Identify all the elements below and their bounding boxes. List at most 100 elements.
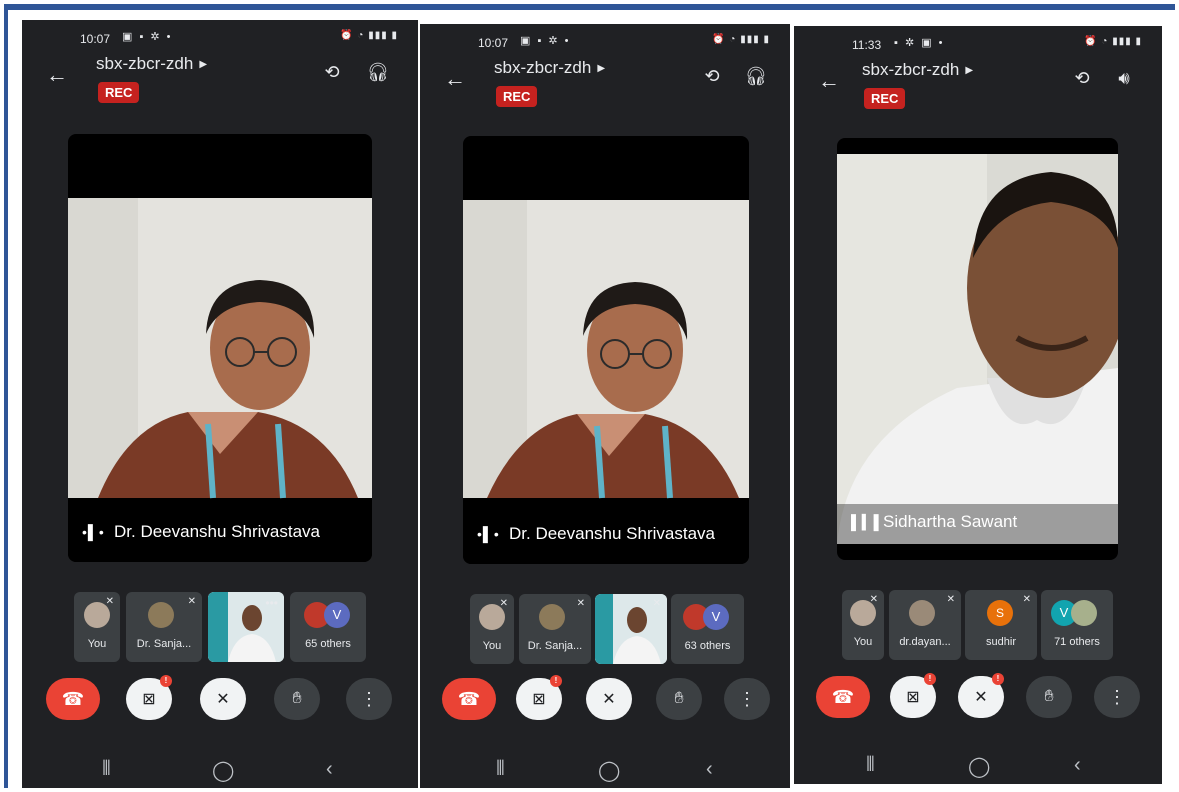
mic-off-icon: ✕ <box>869 594 878 605</box>
participant-label: sudhir <box>986 636 1016 648</box>
meeting-title[interactable]: sbx-zbcr-zdh ▶ <box>96 54 207 74</box>
raise-hand-button[interactable]: ✋︎ <box>1026 676 1072 718</box>
participant-label: dr.dayan... <box>899 636 951 648</box>
participant-video-tile[interactable]: ••• <box>208 592 284 662</box>
home-icon[interactable]: ◯ <box>598 758 620 783</box>
main-video: •▌• Dr. Deevanshu Shrivastava <box>463 136 749 564</box>
speaker-icon[interactable]: 🔊︎ <box>1112 68 1136 89</box>
alert-badge: ! <box>924 673 936 685</box>
recent-apps-icon[interactable]: ⦀ <box>102 758 111 781</box>
meet-screen-1: 10:07 ▣ ▪ ✲ • ⏰ ◔ ▮▮▮ ▮ ← sbx-zbcr-zdh ▶ … <box>22 20 418 788</box>
participant-strip: ✕ You ✕ Dr. Sanja... ••• V 65 others <box>74 592 370 662</box>
call-controls: ☎ ⊠! ✕ ✋︎ ⋮ <box>22 675 418 724</box>
recent-apps-icon[interactable]: ⦀ <box>866 754 875 777</box>
speaker-video-feed <box>837 154 1118 544</box>
mic-off-icon: ✕ <box>946 594 955 605</box>
others-tile[interactable]: V 71 others <box>1041 590 1113 660</box>
meeting-title[interactable]: sbx-zbcr-zdh ▶ <box>494 58 605 78</box>
alert-badge: ! <box>992 673 1004 685</box>
caret-right-icon: ▶ <box>965 65 974 76</box>
headphones-icon[interactable]: 🎧︎ <box>366 62 390 83</box>
switch-camera-icon[interactable]: ⟲ <box>320 62 344 83</box>
android-nav-bar: ⦀ ◯ ‹ <box>794 750 1162 784</box>
meeting-header: ← sbx-zbcr-zdh ▶ REC ⟲ 🎧︎ <box>22 54 418 114</box>
meeting-header: ← sbx-zbcr-zdh ▶ REC ⟲ 🔊︎ <box>794 60 1162 120</box>
raise-hand-icon: ✋︎ <box>1044 688 1054 705</box>
end-call-button[interactable]: ☎ <box>442 678 496 720</box>
mic-off-icon: ✕ <box>105 596 114 607</box>
switch-camera-icon[interactable]: ⟲ <box>1070 68 1094 89</box>
raise-hand-icon: ✋︎ <box>674 690 684 707</box>
more-dots-icon[interactable]: ••• <box>265 596 278 610</box>
camera-off-icon: ⊠ <box>142 691 156 708</box>
more-options-button[interactable]: ⋮ <box>1094 676 1140 718</box>
raise-hand-button[interactable]: ✋︎ <box>656 678 702 720</box>
main-video: •▌• Dr. Deevanshu Shrivastava <box>68 134 372 562</box>
headphones-icon[interactable]: 🎧︎ <box>744 66 768 87</box>
signal-battery-icons: ⏰ ◔ ▮▮▮ ▮ <box>1084 36 1142 47</box>
android-nav-bar: ⦀ ◯ ‹ <box>420 754 790 788</box>
more-options-icon: ⋮ <box>360 688 378 709</box>
mic-toggle-button[interactable]: ✕ <box>200 678 246 720</box>
meet-screen-2: 10:07 ▣ ▪ ✲ • ⏰ ◔ ▮▮▮ ▮ ← sbx-zbcr-zdh ▶ … <box>420 24 790 788</box>
raise-hand-button[interactable]: ✋︎ <box>274 678 320 720</box>
participant-video-tile[interactable]: ✕ <box>595 594 667 664</box>
avatar-letter: V <box>324 602 350 628</box>
participant-tile[interactable]: ✕ Dr. Sanja... <box>126 592 202 662</box>
mic-toggle-button[interactable]: ✕ <box>586 678 632 720</box>
meeting-code: sbx-zbcr-zdh <box>96 54 194 73</box>
meeting-code: sbx-zbcr-zdh <box>494 58 592 77</box>
back-arrow-icon[interactable]: ← <box>46 62 68 88</box>
end-call-button[interactable]: ☎ <box>816 676 870 718</box>
mic-off-icon: ✕ <box>499 598 508 609</box>
participant-tile[interactable]: ✕ Dr. Sanja... <box>519 594 591 664</box>
avatar-letter: V <box>703 604 729 630</box>
speaker-name-bar: •▌• Dr. Deevanshu Shrivastava <box>68 506 372 562</box>
participant-label: 63 others <box>684 640 731 652</box>
participant-tile-you[interactable]: ✕ You <box>74 592 120 662</box>
meeting-title[interactable]: sbx-zbcr-zdh ▶ <box>862 60 973 80</box>
participant-label: 65 others <box>305 638 351 650</box>
end-call-button[interactable]: ☎ <box>46 678 100 720</box>
switch-camera-icon[interactable]: ⟲ <box>700 66 724 87</box>
participant-tile[interactable]: ✕ dr.dayan... <box>889 590 961 660</box>
mic-off-icon: ✕ <box>1022 594 1031 605</box>
home-icon[interactable]: ◯ <box>968 754 990 779</box>
camera-toggle-button[interactable]: ⊠! <box>890 673 936 718</box>
others-tile[interactable]: V 63 others <box>671 594 744 664</box>
status-time: 11:33 <box>852 38 882 52</box>
mic-toggle-button[interactable]: ✕! <box>958 673 1004 718</box>
recent-apps-icon[interactable]: ⦀ <box>496 758 505 781</box>
others-tile[interactable]: V 65 others <box>290 592 366 662</box>
notification-icons: ▣ ▪ ✲ • <box>520 35 571 47</box>
status-bar: 10:07 ▣ ▪ ✲ • ⏰ ◔ ▮▮▮ ▮ <box>420 24 790 58</box>
raise-hand-icon: ✋︎ <box>292 690 302 707</box>
back-icon[interactable]: ‹ <box>1074 754 1081 777</box>
more-options-button[interactable]: ⋮ <box>346 678 392 720</box>
end-call-icon: ☎ <box>457 688 481 709</box>
camera-toggle-button[interactable]: ⊠! <box>516 675 562 720</box>
back-icon[interactable]: ‹ <box>326 758 333 781</box>
camera-off-icon: ⊠ <box>532 691 546 708</box>
participant-strip: ✕ You ✕ dr.dayan... S ✕ sudhir V 71 othe… <box>842 590 1114 660</box>
notification-icons: ▣ ▪ ✲ • <box>122 31 173 43</box>
signal-battery-icons: ⏰ ◔ ▮▮▮ ▮ <box>712 34 770 45</box>
participant-label: Dr. Sanja... <box>136 638 192 650</box>
android-nav-bar: ⦀ ◯ ‹ <box>22 754 418 788</box>
call-controls: ☎ ⊠! ✕ ✋︎ ⋮ <box>420 675 790 724</box>
back-icon[interactable]: ‹ <box>706 758 713 781</box>
rec-badge: REC <box>496 86 538 107</box>
participant-tile-you[interactable]: ✕ You <box>470 594 514 664</box>
alert-badge: ! <box>550 675 562 687</box>
back-arrow-icon[interactable]: ← <box>818 68 840 94</box>
avatar-letter: S <box>987 600 1013 626</box>
camera-toggle-button[interactable]: ⊠! <box>126 675 172 720</box>
participant-tile-you[interactable]: ✕ You <box>842 590 884 660</box>
avatar <box>148 602 174 628</box>
home-icon[interactable]: ◯ <box>212 758 234 783</box>
signal-battery-icons: ⏰ ◔ ▮▮▮ ▮ <box>340 30 398 41</box>
status-bar: 10:07 ▣ ▪ ✲ • ⏰ ◔ ▮▮▮ ▮ <box>22 20 418 54</box>
back-arrow-icon[interactable]: ← <box>444 66 466 92</box>
participant-tile[interactable]: S ✕ sudhir <box>965 590 1037 660</box>
more-options-button[interactable]: ⋮ <box>724 678 770 720</box>
